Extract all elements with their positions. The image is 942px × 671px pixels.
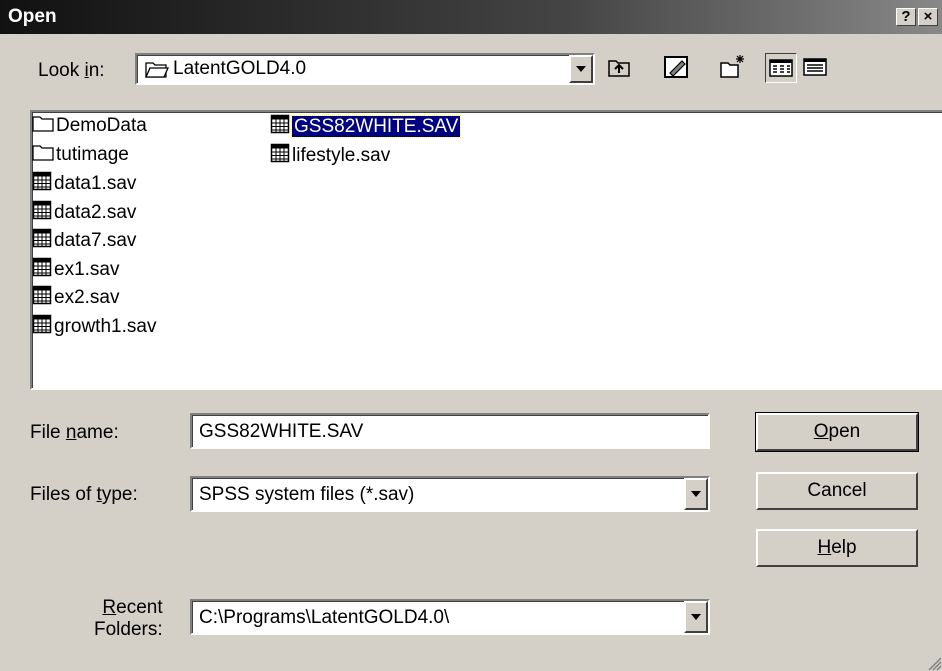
help-button[interactable]: Help (756, 529, 918, 567)
files-of-type-label: Files of type: (30, 484, 138, 505)
file-item[interactable]: growth1.sav (32, 314, 156, 340)
open-dialog: Open ? × Look in: LatentGOLD4.0 DemoData… (0, 0, 942, 671)
file-name-value: GSS82WHITE.SAV (199, 421, 364, 442)
desktop-button[interactable] (662, 53, 690, 81)
desktop-icon (664, 56, 688, 78)
spreadsheet-file-icon (32, 285, 52, 305)
recent-folders-dropdown[interactable]: C:\Programs\LatentGOLD4.0\ (190, 599, 710, 635)
new-folder-icon (720, 55, 744, 78)
recent-folders-label: Recent Folders: (94, 597, 163, 640)
item-label: DemoData (56, 115, 147, 136)
chevron-down-icon (691, 491, 701, 497)
resize-grip-icon[interactable] (926, 655, 942, 671)
item-label: lifestyle.sav (292, 144, 391, 166)
details-view-icon (803, 58, 827, 76)
item-label: tutimage (56, 143, 129, 165)
files-of-type-dropdown-button[interactable] (684, 478, 708, 510)
list-view-icon (769, 59, 793, 77)
list-view-button[interactable] (765, 53, 797, 83)
new-folder-button[interactable] (718, 53, 746, 81)
spreadsheet-file-icon (32, 314, 52, 333)
look-in-dropdown[interactable]: LatentGOLD4.0 (135, 53, 595, 85)
open-folder-icon (145, 62, 169, 78)
recent-folders-dropdown-button[interactable] (684, 601, 708, 633)
folder-item[interactable]: DemoData (32, 114, 147, 140)
spreadsheet-file-icon (32, 200, 52, 219)
look-in-dropdown-button[interactable] (569, 55, 593, 83)
file-list[interactable]: DemoData tutimage data1.sav data2.sav data7.… (30, 110, 942, 390)
file-item[interactable]: lifestyle.sav (270, 143, 390, 169)
help-title-button[interactable]: ? (896, 8, 916, 26)
file-item[interactable]: data1.sav (32, 171, 136, 197)
file-item[interactable]: ex1.sav (32, 257, 119, 283)
details-view-button[interactable] (800, 53, 832, 81)
open-button[interactable]: Open (755, 412, 919, 452)
dialog-title: Open (8, 6, 57, 27)
file-item[interactable]: data2.sav (32, 200, 136, 226)
spreadsheet-file-icon (270, 114, 290, 134)
item-label: growth1.sav (54, 315, 157, 337)
cancel-button[interactable]: Cancel (756, 472, 918, 510)
spreadsheet-file-icon (32, 257, 52, 276)
folder-item[interactable]: tutimage (32, 143, 129, 169)
item-label: data1.sav (54, 173, 137, 194)
spreadsheet-file-icon (32, 228, 52, 248)
item-label: GSS82WHITE.SAV (290, 115, 462, 138)
file-name-label: File name: (30, 422, 119, 443)
up-one-level-button[interactable] (605, 53, 633, 81)
title-bar[interactable]: Open ? × (0, 0, 942, 34)
chevron-down-icon (691, 614, 701, 620)
file-item[interactable]: data7.sav (32, 228, 136, 254)
recent-folders-value: C:\Programs\LatentGOLD4.0\ (199, 607, 450, 628)
files-of-type-dropdown[interactable]: SPSS system files (*.sav) (190, 476, 710, 512)
file-item[interactable]: GSS82WHITE.SAV (270, 114, 462, 140)
folder-icon (32, 144, 54, 161)
chevron-down-icon (576, 66, 586, 72)
file-item[interactable]: ex2.sav (32, 285, 119, 311)
spreadsheet-file-icon (270, 143, 290, 162)
item-label: data2.sav (54, 201, 137, 223)
spreadsheet-file-icon (32, 171, 52, 191)
item-label: ex1.sav (54, 258, 120, 280)
look-in-value: LatentGOLD4.0 (173, 58, 307, 79)
look-in-label: Look in: (38, 60, 105, 81)
up-one-level-icon (608, 60, 630, 77)
item-label: data7.sav (54, 230, 137, 251)
item-label: ex2.sav (54, 287, 120, 308)
folder-icon (32, 116, 54, 132)
file-name-input[interactable]: GSS82WHITE.SAV (190, 413, 710, 449)
files-of-type-value: SPSS system files (*.sav) (199, 484, 415, 505)
close-title-button[interactable]: × (918, 8, 938, 26)
